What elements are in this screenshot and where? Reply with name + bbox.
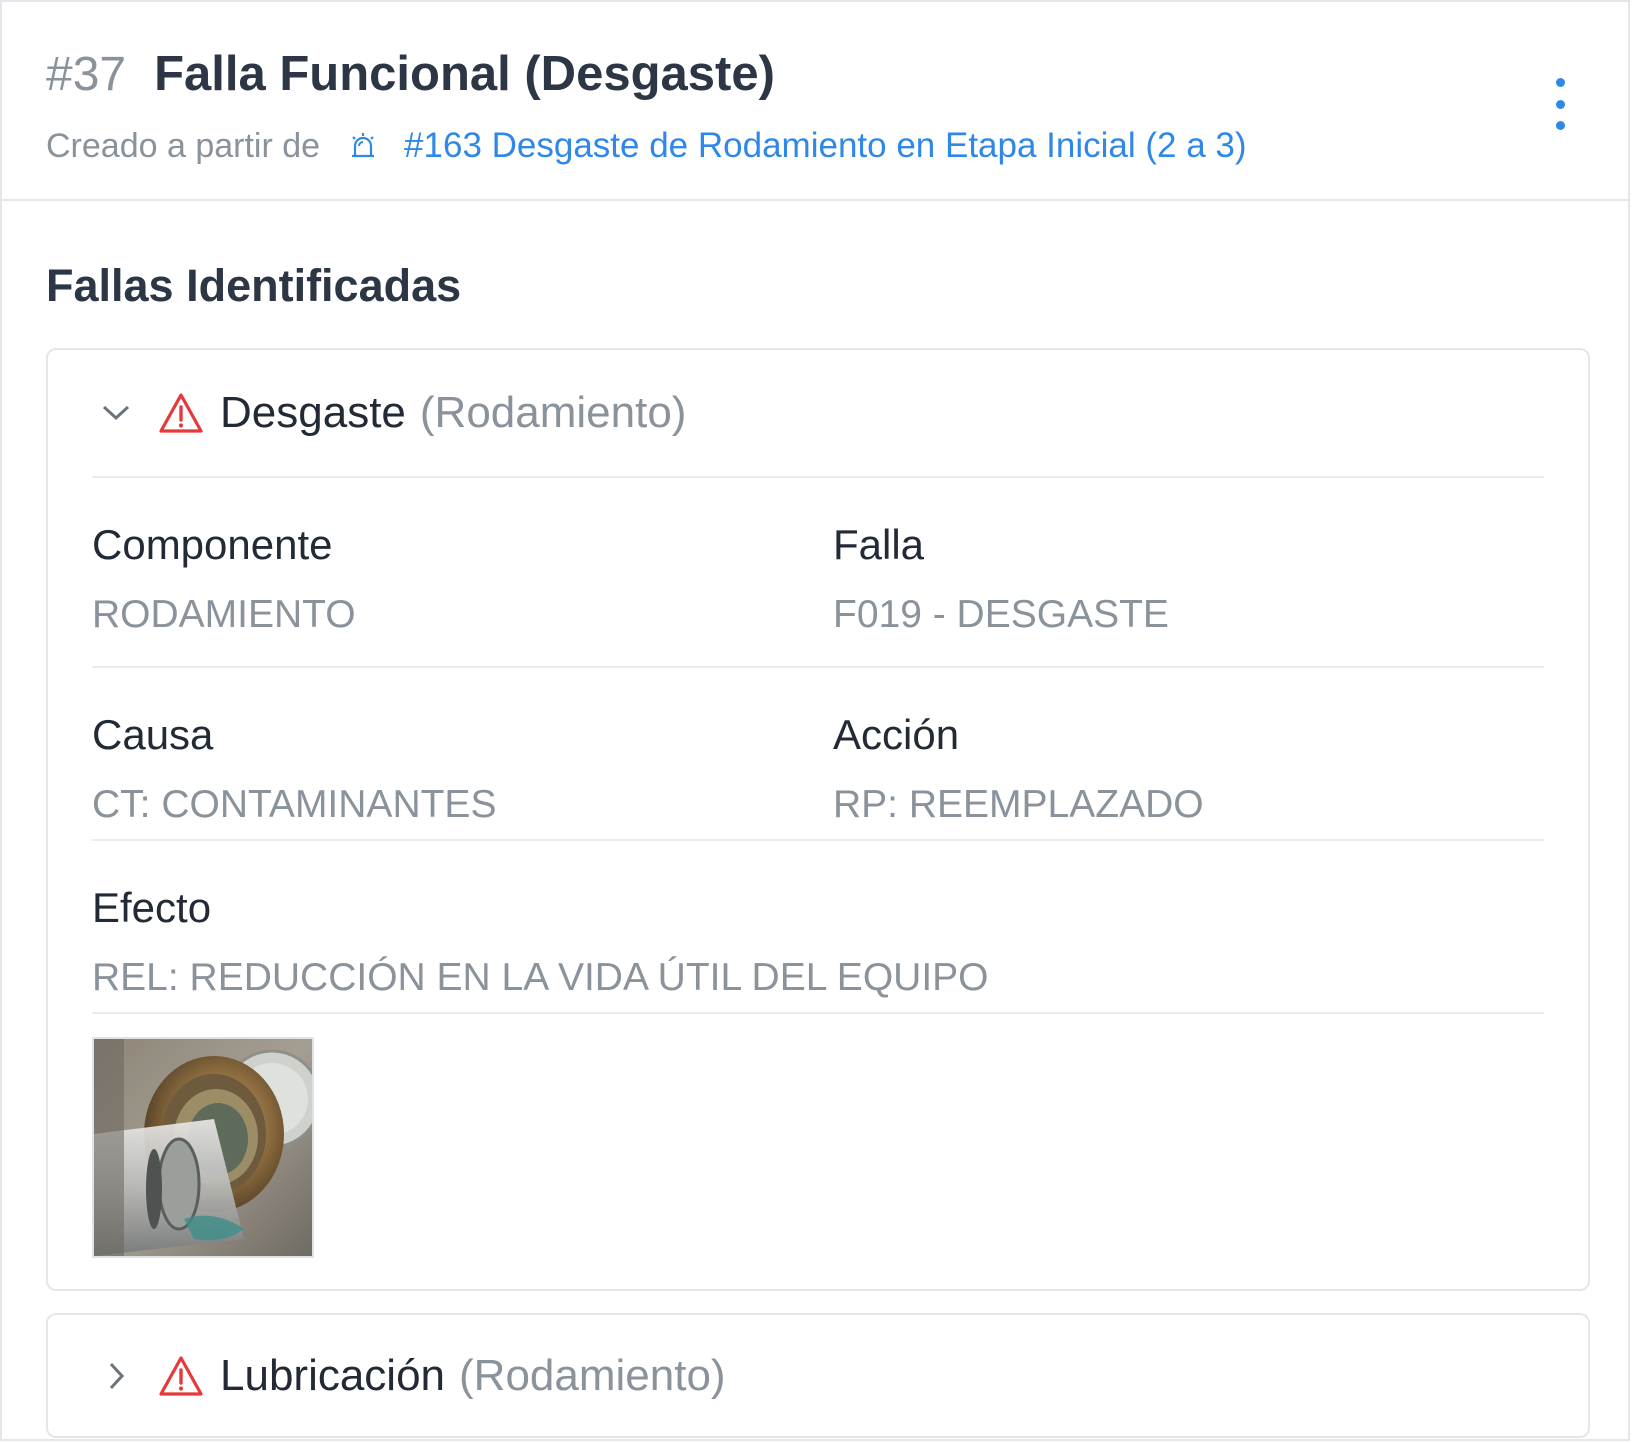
efecto-label: Efecto (92, 884, 212, 931)
bearing-photo-thumbnail[interactable] (92, 1037, 314, 1258)
failure-panel: Lubricación (Rodamiento) (46, 1313, 1590, 1438)
more-options-button[interactable] (1550, 78, 1570, 130)
failure-panel: Desgaste (Rodamiento) Componente RODAMIE… (46, 348, 1590, 1291)
more-vertical-icon-dot (1555, 121, 1565, 130)
attachments (92, 1014, 1544, 1284)
warning-triangle-icon (158, 392, 204, 434)
causa-field: Causa CT: CONTAMINANTES (92, 668, 496, 828)
warning-triangle-icon (158, 1355, 204, 1397)
falla-label: Falla (833, 521, 925, 568)
componente-value: RODAMIENTO (92, 593, 356, 636)
created-from-row: Creado a partir de #163 Desgaste de Roda… (46, 126, 1247, 166)
failure-panel-header[interactable]: Lubricación (Rodamiento) (92, 1315, 1544, 1436)
section-title: Fallas Identificadas (46, 260, 462, 311)
componente-field: Componente RODAMIENTO (92, 478, 356, 638)
title-row: #37 Falla Funcional (Desgaste) (46, 46, 775, 102)
details-row: Causa CT: CONTAMINANTES Acción RP: REEMP… (92, 668, 1544, 839)
failure-name: Desgaste (220, 388, 406, 437)
failure-component: (Rodamiento) (459, 1350, 726, 1400)
more-vertical-icon-dot (1555, 99, 1565, 109)
details-row: Componente RODAMIENTO Falla F019 - DESGA… (92, 478, 1544, 666)
failure-details: Componente RODAMIENTO Falla F019 - DESGA… (92, 476, 1544, 1284)
failure-panel-header[interactable]: Desgaste (Rodamiento) (92, 350, 1544, 476)
chevron-right-icon[interactable] (96, 1356, 136, 1396)
efecto-value: REL: REDUCCIÓN EN LA VIDA ÚTIL DEL EQUIP… (92, 956, 989, 999)
details-row: Efecto REL: REDUCCIÓN EN LA VIDA ÚTIL DE… (92, 841, 1544, 1012)
page-title: Falla Funcional (Desgaste) (154, 47, 775, 101)
source-event-link[interactable]: #163 Desgaste de Rodamiento en Etapa Ini… (404, 126, 1246, 166)
causa-label: Causa (92, 711, 214, 758)
failure-name: Lubricación (220, 1350, 446, 1400)
causa-value: CT: CONTAMINANTES (92, 783, 497, 826)
efecto-field: Efecto REL: REDUCCIÓN EN LA VIDA ÚTIL DE… (92, 841, 989, 1001)
record-number: #37 (46, 48, 127, 101)
more-vertical-icon (1555, 78, 1565, 87)
failure-component: (Rodamiento) (419, 388, 687, 437)
accion-label: Acción (833, 711, 960, 758)
accion-field: Acción RP: REEMPLAZADO (833, 668, 1204, 828)
falla-field: Falla F019 - DESGASTE (833, 478, 1169, 638)
componente-label: Componente (92, 521, 333, 568)
alarm-siren-icon (348, 131, 378, 161)
card-header: #37 Falla Funcional (Desgaste) Creado a … (2, 2, 1628, 201)
falla-value: F019 - DESGASTE (833, 593, 1169, 636)
functional-failure-card: #37 Falla Funcional (Desgaste) Creado a … (0, 0, 1630, 1441)
created-from-label: Creado a partir de (46, 126, 321, 165)
accion-value: RP: REEMPLAZADO (833, 783, 1204, 826)
chevron-down-icon[interactable] (96, 393, 136, 433)
